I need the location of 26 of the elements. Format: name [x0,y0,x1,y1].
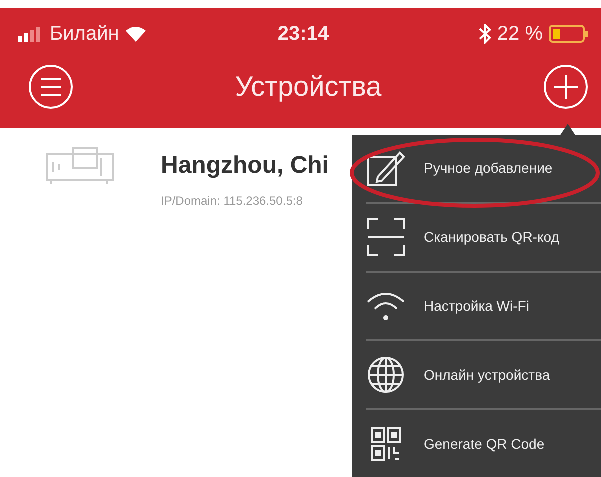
menu-item[interactable]: Сканировать QR-код [366,204,601,273]
menu-item[interactable]: Ручное добавление [366,135,601,204]
qr-code-icon [371,426,401,461]
menu-item[interactable]: Онлайн устройства [366,341,601,410]
wifi-icon [125,26,148,42]
add-icon[interactable] [542,64,589,110]
pencil-square-icon [366,149,406,188]
battery-percent: 22 % [497,22,543,46]
device-address: IP/Domain: 115.236.50.5:8 [161,194,304,208]
device-name[interactable]: Hangzhou, Chi [161,152,329,180]
menu-item-label: Ручное добавление [424,160,553,176]
menu-item-label: Онлайн устройства [424,366,550,383]
menu-icon[interactable] [28,64,74,110]
menu-item-label: Сканировать QR-код [424,229,560,246]
menu-item-label: Generate QR Code [424,436,545,452]
bluetooth-icon [479,24,492,44]
menu-item[interactable]: Настройка Wi-Fi [366,272,601,342]
battery-icon [549,24,589,44]
clock-time: 23:14 [278,22,330,46]
screen-title: Устройства [235,71,382,103]
recorder-device-icon [45,146,117,186]
carrier-name: Билайн [50,22,120,46]
scan-frame-icon [366,217,406,258]
globe-icon [367,356,405,394]
menu-item-label: Настройка Wi-Fi [424,298,530,314]
menu-item[interactable]: Generate QR Code [366,410,601,477]
